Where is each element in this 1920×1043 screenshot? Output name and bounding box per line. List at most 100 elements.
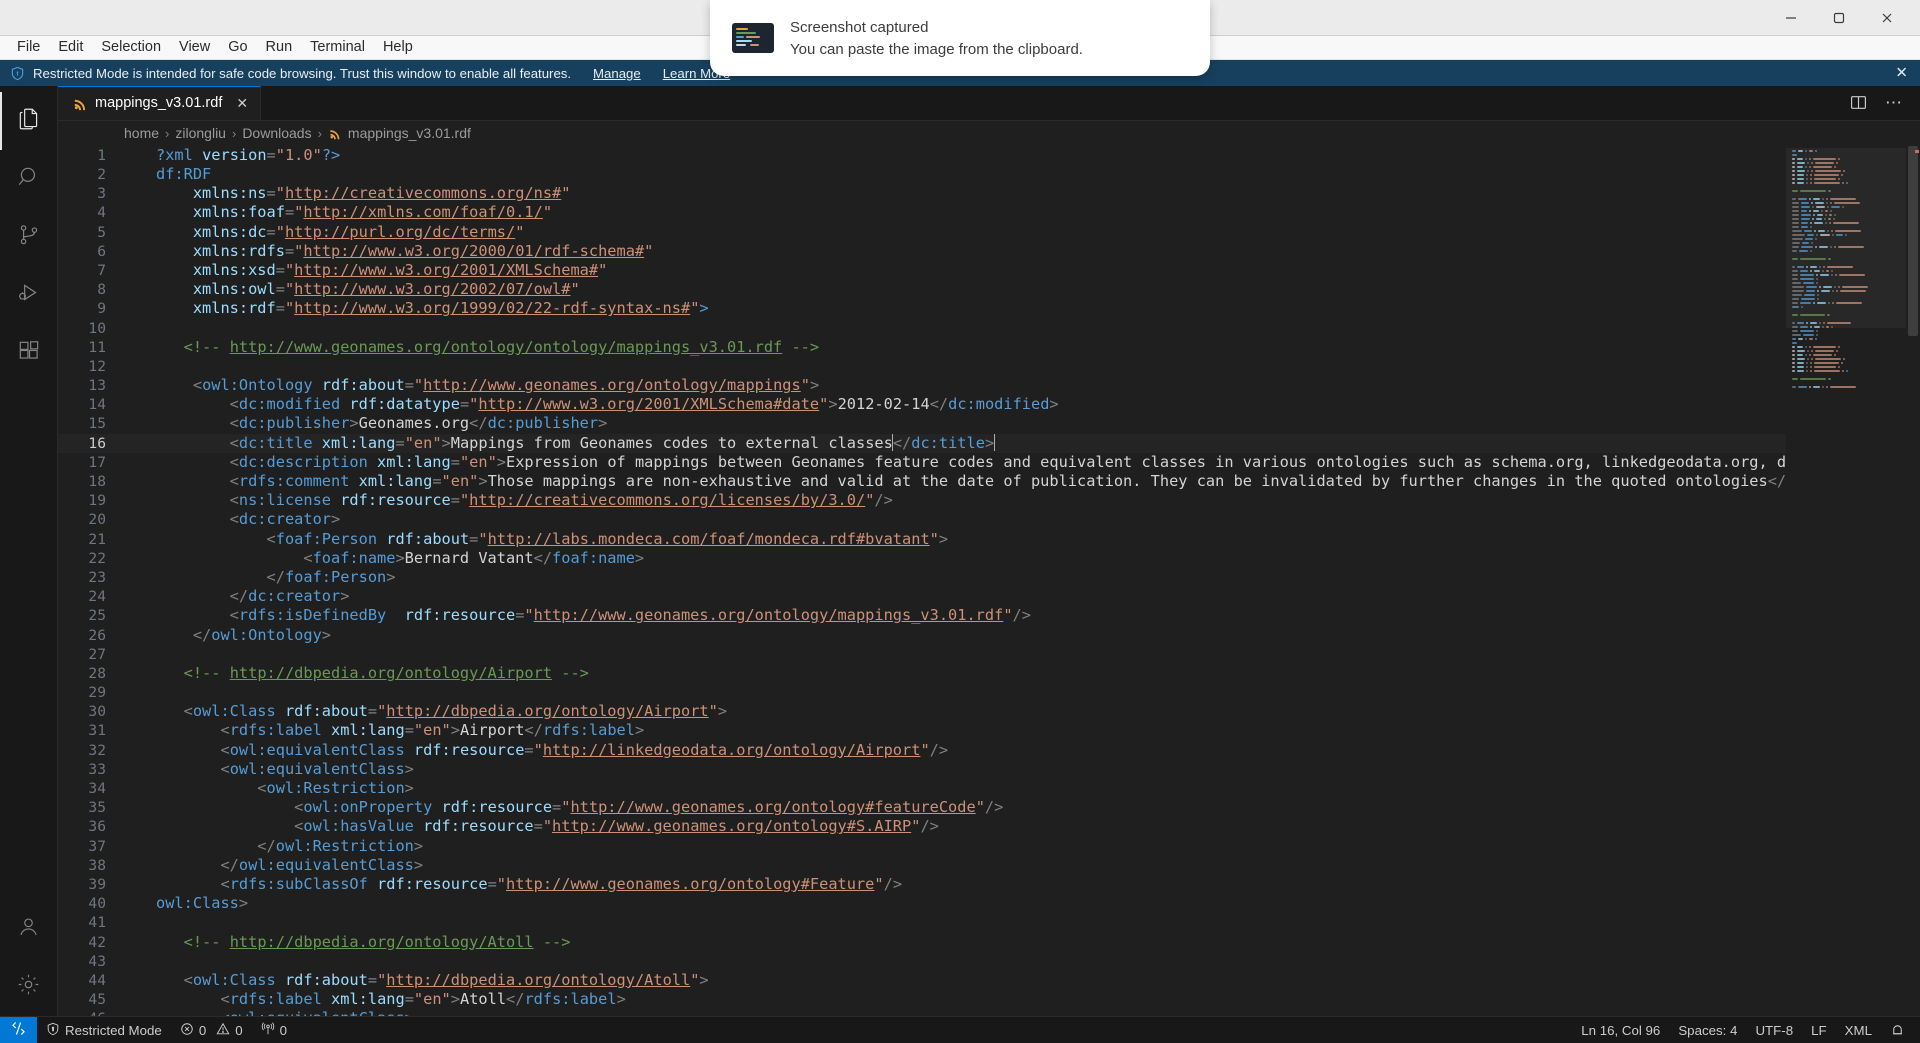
notifications-bell[interactable] [1881,1017,1914,1043]
indentation-status[interactable]: Spaces: 4 [1669,1017,1746,1043]
code-line[interactable]: 30 <owl:Class rdf:about="http://dbpedia.… [58,702,1786,721]
menu-selection[interactable]: Selection [92,36,170,59]
activity-source-control[interactable] [0,208,58,266]
menu-file[interactable]: File [8,36,49,59]
code-line[interactable]: 29 [58,683,1786,702]
menu-terminal[interactable]: Terminal [301,36,374,59]
line-content[interactable]: <foaf:Person rdf:about="http://labs.mond… [130,530,1786,549]
line-content[interactable]: <owl:onProperty rdf:resource= "http://www… [130,798,1786,817]
code-line[interactable]: 33 <owl:equivalentClass> [58,760,1786,779]
line-content[interactable]: </owl:equivalentClass> [130,856,1786,875]
code-line[interactable]: 44 <owl:Class rdf:about="http://dbpedia.… [58,971,1786,990]
line-content[interactable]: <!-- http://dbpedia.org/ontology/Atoll -… [130,933,1786,952]
tab-close-icon[interactable]: ✕ [236,96,248,110]
activity-run-and-debug[interactable] [0,266,58,324]
code-line[interactable]: 8 xmlns:owl="http://www.w3.org/2002/07/o… [58,280,1786,299]
minimize-button[interactable] [1778,8,1804,28]
code-line[interactable]: 35 <owl:onProperty rdf:resource= "http://… [58,798,1786,817]
line-content[interactable]: xmlns:ns="http://creativecommons.org/ns#… [130,184,1786,203]
editor-vertical-scrollbar[interactable] [1906,145,1920,1016]
code-line[interactable]: 22 <foaf:name>Bernard Vatant</foaf:name> [58,549,1786,568]
code-line[interactable]: 16 <dc:title xml:lang="en">Mappings from… [58,433,1786,453]
activity-search[interactable] [0,150,58,208]
line-content[interactable]: <rdfs:label xml:lang="en">Atoll</rdfs:la… [130,990,1786,1009]
code-line[interactable]: 6 xmlns:rdfs="http://www.w3.org/2000/01/… [58,242,1786,261]
code-line[interactable]: 27 [58,645,1786,664]
cursor-position[interactable]: Ln 16, Col 96 [1572,1017,1669,1043]
code-line[interactable]: 12 [58,357,1786,376]
line-content[interactable]: </dc:creator> [130,587,1786,606]
code-line[interactable]: 39 <rdfs:subClassOf rdf:resource="http:/… [58,875,1786,894]
encoding-status[interactable]: UTF-8 [1746,1017,1802,1043]
line-content[interactable]: <owl:Class rdf:about="http://dbpedia.org… [130,971,1786,990]
activity-accounts[interactable] [0,900,58,958]
menu-go[interactable]: Go [219,36,256,59]
code-line[interactable]: 9 xmlns:rdf="http://www.w3.org/1999/02/2… [58,299,1786,318]
ports-status[interactable]: 0 [252,1017,296,1043]
code-line[interactable]: 37 </owl:Restriction> [58,837,1786,856]
line-content[interactable]: <ns:license rdf:resource="http://creativ… [130,491,1786,510]
code-line[interactable]: 38 </owl:equivalentClass> [58,856,1786,875]
line-content[interactable]: <!-- http://dbpedia.org/ontology/Airport… [130,664,1786,683]
menu-view[interactable]: View [170,36,219,59]
code-line[interactable]: 23 </foaf:Person> [58,568,1786,587]
minimap[interactable] [1786,145,1906,1016]
line-content[interactable]: df:RDF [130,165,1786,184]
code-line[interactable]: 24 </dc:creator> [58,587,1786,606]
code-line[interactable]: 17 <dc:description xml:lang="en">Express… [58,453,1786,472]
line-content[interactable]: <owl:equivalentClass rdf:resource="http:… [130,741,1786,760]
line-content[interactable]: <dc:modified rdf:datatype="http://www.w3… [130,395,1786,414]
breadcrumb-item-downloads[interactable]: Downloads [242,125,311,141]
menu-edit[interactable]: Edit [49,36,92,59]
code-line[interactable]: 20 <dc:creator> [58,510,1786,529]
line-content[interactable]: </owl:Ontology> [130,626,1786,645]
code-line[interactable]: 4 xmlns:foaf="http://xmlns.com/foaf/0.1/… [58,203,1786,222]
line-content[interactable]: </owl:Restriction> [130,837,1786,856]
code-line[interactable]: 15 <dc:publisher>Geonames.org</dc:publis… [58,414,1786,433]
code-line[interactable]: 11 <!-- http://www.geonames.org/ontology… [58,338,1786,357]
code-line[interactable]: 43 [58,952,1786,971]
banner-close-icon[interactable]: ✕ [1895,66,1908,81]
activity-explorer[interactable] [0,92,58,150]
line-content[interactable]: <dc:title xml:lang="en">Mappings from Ge… [130,433,1786,453]
breadcrumb-item-zilongliu[interactable]: zilongliu [175,125,226,141]
close-button[interactable] [1874,8,1900,28]
line-content[interactable]: owl:Class> [130,894,1786,913]
code-lines[interactable]: 1 ?xml version="1.0"?> 2 df:RDF 3 xmlns:ns="… [58,146,1786,1016]
line-content[interactable]: <owl:equivalentClass> [130,1009,1786,1016]
line-content[interactable]: xmlns:rdf="http://www.w3.org/1999/02/22-… [130,299,1786,318]
code-line[interactable]: 14 <dc:modified rdf:datatype="http://www… [58,395,1786,414]
code-line[interactable]: 45 <rdfs:label xml:lang="en">Atoll</rdfs… [58,990,1786,1009]
line-content[interactable]: <owl:Class rdf:about="http://dbpedia.org… [130,702,1786,721]
remote-indicator[interactable] [0,1016,37,1043]
menu-run[interactable]: Run [257,36,302,59]
code-line[interactable]: 21 <foaf:Person rdf:about="http://labs.m… [58,530,1786,549]
language-mode-status[interactable]: XML [1836,1017,1881,1043]
manage-link[interactable]: Manage [593,66,641,81]
code-line[interactable]: 28 <!-- http://dbpedia.org/ontology/Airp… [58,664,1786,683]
activity-settings[interactable] [0,958,58,1016]
line-content[interactable]: <owl:equivalentClass> [130,760,1786,779]
line-content[interactable]: xmlns:rdfs="http://www.w3.org/2000/01/rd… [130,242,1786,261]
code-line[interactable]: 42 <!-- http://dbpedia.org/ontology/Atol… [58,933,1786,952]
scrollbar-thumb[interactable] [1908,145,1918,336]
tab-mappings-v3-01-rdf[interactable]: mappings_v3.01.rdf ✕ [58,86,262,120]
code-line[interactable]: 32 <owl:equivalentClass rdf:resource="ht… [58,741,1786,760]
code-line[interactable]: 10 [58,319,1786,338]
code-line[interactable]: 26 </owl:Ontology> [58,626,1786,645]
code-line[interactable]: 31 <rdfs:label xml:lang="en">Airport</rd… [58,721,1786,740]
problems-status[interactable]: 0 0 [171,1017,252,1043]
activity-extensions[interactable] [0,324,58,382]
line-content[interactable]: <dc:description xml:lang="en">Expression… [130,453,1786,472]
code-line[interactable]: 1 ?xml version="1.0"?> [58,146,1786,165]
code-line[interactable]: 2 df:RDF [58,165,1786,184]
line-content[interactable]: <owl:Restriction> [130,779,1786,798]
line-content[interactable]: <rdfs:isDefinedBy rdf:resource="http://w… [130,606,1786,625]
line-content[interactable]: <owl:hasValue rdf:resource="http://www.g… [130,817,1786,836]
line-content[interactable]: <dc:creator> [130,510,1786,529]
code-line[interactable]: 40 owl:Class> [58,894,1786,913]
line-content[interactable]: ?xml version="1.0"?> [130,146,1786,165]
line-content[interactable]: <owl:Ontology rdf:about="http://www.geon… [130,376,1786,395]
code-line[interactable]: 7 xmlns:xsd="http://www.w3.org/2001/XMLS… [58,261,1786,280]
split-editor-icon[interactable] [1850,94,1867,111]
